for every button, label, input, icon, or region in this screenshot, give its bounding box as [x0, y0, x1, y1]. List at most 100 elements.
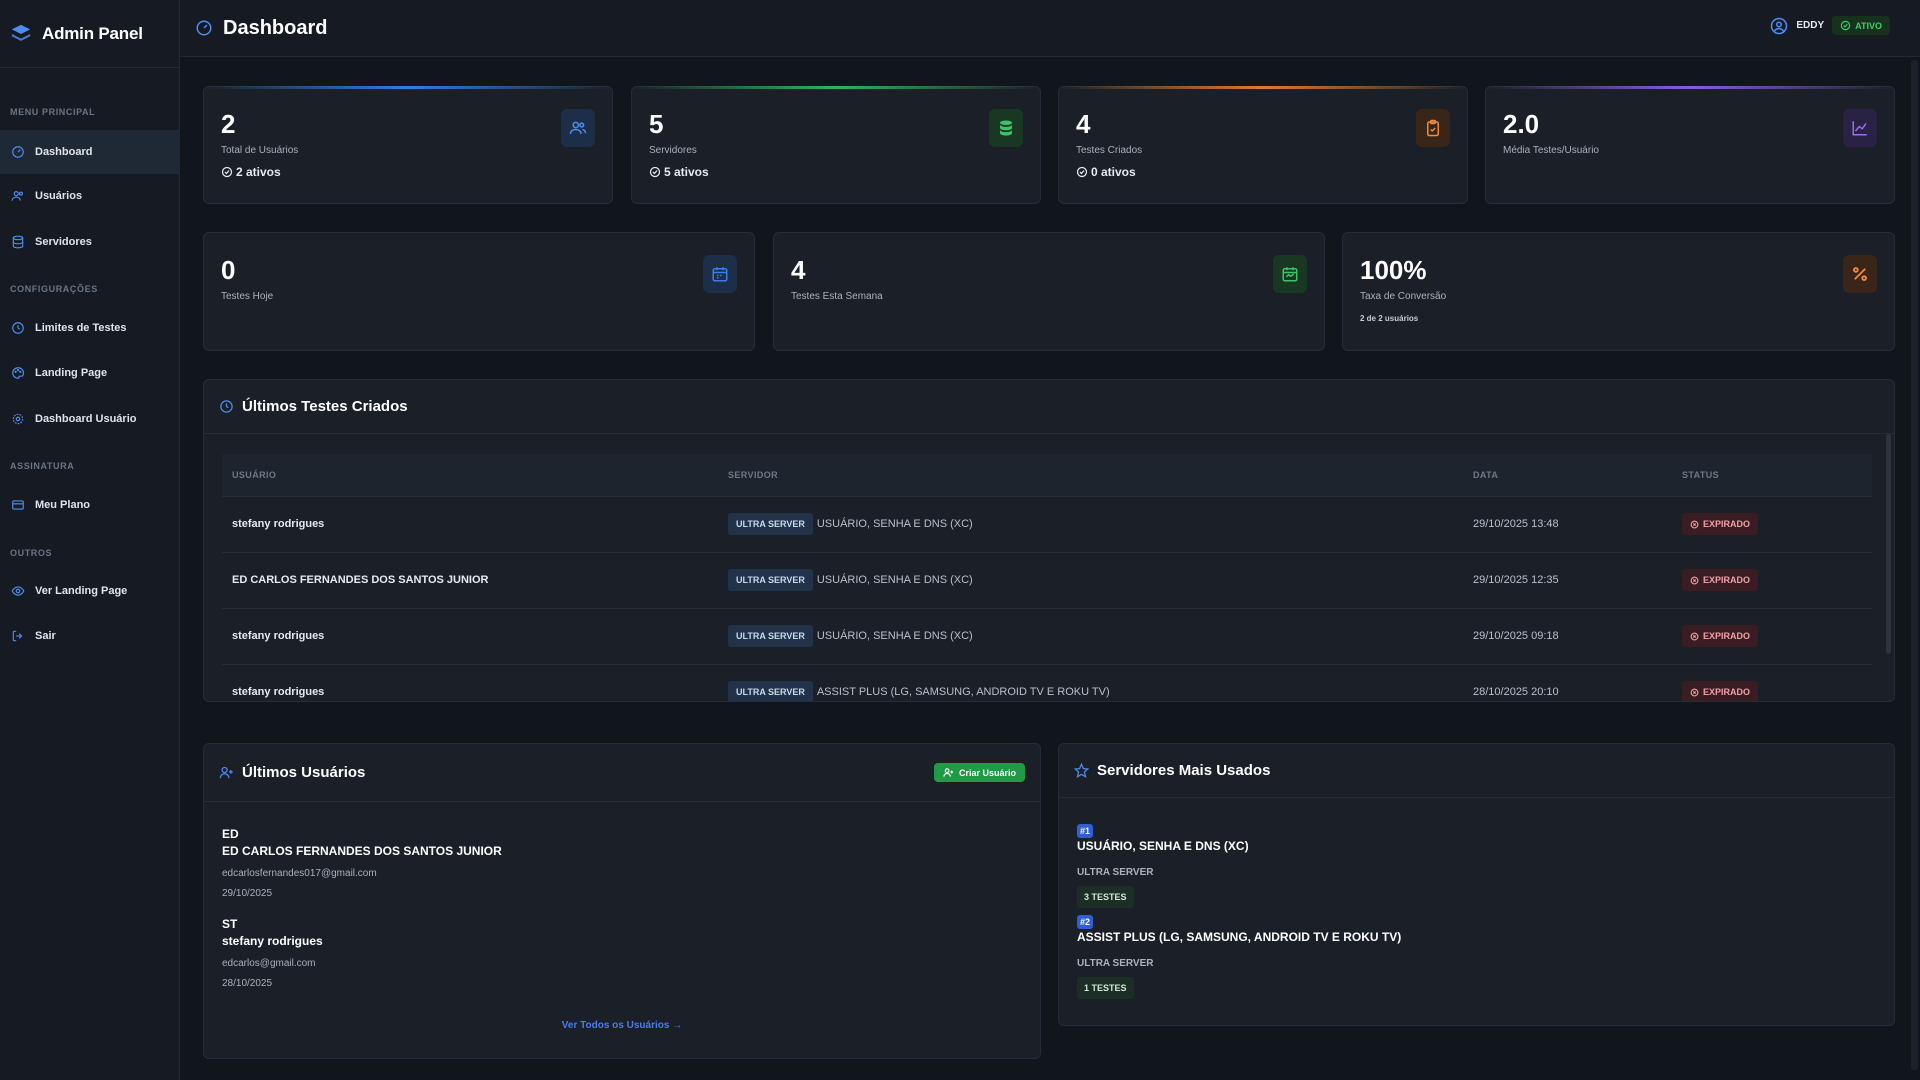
table-row[interactable]: stefany rodrigues ULTRA SERVER ASSIST PLU…: [222, 663, 1872, 701]
stat-value: 0: [221, 255, 236, 285]
stat-card-testes-hoje: 0 Testes Hoje: [203, 232, 755, 351]
brand-name: Admin Panel: [42, 23, 143, 43]
database-icon: [12, 235, 24, 249]
page-scrollbar[interactable]: [1911, 60, 1918, 1070]
user-date: 29/10/2025: [222, 888, 273, 899]
stat-card-taxa-conversao: 100% Taxa de Conversão 2 de 2 usuários: [1342, 232, 1895, 351]
stat-value: 2: [221, 109, 236, 139]
column-header-usuario[interactable]: USUÁRIO: [222, 454, 718, 496]
stat-accent: [632, 86, 1040, 89]
sidebar-item-label: Dashboard Usuário: [35, 413, 137, 425]
clock-icon: [220, 400, 233, 413]
stat-accent: [204, 86, 612, 89]
sidebar-item-usuarios[interactable]: Usuários: [0, 174, 180, 218]
server-name: ASSIST PLUS (LG, SAMSUNG, ANDROID TV E R…: [1077, 930, 1402, 944]
brand[interactable]: Admin Panel: [0, 0, 179, 68]
cell-server: ULTRA SERVER USUÁRIO, SENHA E DNS (XC): [718, 551, 1463, 608]
recent-users-panel: Últimos Usuários Criar Usuário ED ED CAR…: [203, 743, 1041, 1059]
create-user-button[interactable]: Criar Usuário: [933, 763, 1025, 782]
panel-title: Últimos Testes Criados: [242, 398, 408, 415]
cell-user: ED CARLOS FERNANDES DOS SANTOS JUNIOR: [222, 551, 718, 608]
panel-header: Últimos Testes Criados: [204, 380, 1894, 434]
sidebar-item-label: Limites de Testes: [35, 322, 127, 334]
server-tag: ULTRA SERVER: [728, 625, 813, 647]
user-initials: ED: [222, 827, 239, 841]
panel-header: Últimos Usuários Criar Usuário: [204, 744, 1040, 802]
stat-label: Testes Hoje: [221, 291, 274, 302]
sidebar-item-label: Landing Page: [35, 367, 108, 379]
status-badge-label: ATIVO: [1855, 20, 1882, 31]
cell-user: stefany rodrigues: [222, 607, 718, 664]
status-label: EXPIRADO: [1703, 519, 1751, 529]
cell-status: EXPIRADO: [1672, 495, 1872, 552]
stat-sub-text: 0 ativos: [1091, 165, 1136, 179]
column-header-servidor[interactable]: SERVIDOR: [718, 454, 1463, 496]
server-tag: ULTRA SERVER: [728, 569, 813, 591]
nav-section-menu-principal: MENU PRINCIPAL: [10, 107, 96, 117]
sidebar-item-ver-landing-page[interactable]: Ver Landing Page: [0, 569, 180, 613]
palette-icon: [12, 367, 25, 379]
table-wrapper: USUÁRIO SERVIDOR DATA STATUS stefany rod…: [204, 434, 1894, 701]
table-scrollbar[interactable]: [1886, 434, 1891, 654]
cell-date: 29/10/2025 12:35: [1463, 551, 1672, 608]
sidebar-item-meu-plano[interactable]: Meu Plano: [0, 483, 180, 527]
cell-status: EXPIRADO: [1672, 663, 1872, 701]
stat-accent: [1486, 86, 1894, 89]
sidebar-item-dashboard[interactable]: Dashboard: [0, 130, 180, 174]
cell-date: 29/10/2025 13:48: [1463, 495, 1672, 552]
status-badge: EXPIRADO: [1682, 625, 1759, 647]
user-menu[interactable]: EDDY ATIVO: [1770, 16, 1890, 35]
eye-icon: [11, 586, 25, 596]
user-entry[interactable]: ST stefany rodrigues edcarlos@gmail.com …: [222, 917, 323, 989]
cell-status: EXPIRADO: [1672, 607, 1872, 664]
sidebar-item-label: Servidores: [35, 236, 92, 248]
stat-value: 5: [649, 109, 664, 139]
stat-icon-box: [703, 255, 737, 293]
status-badge: EXPIRADO: [1682, 681, 1759, 701]
sidebar-item-limites[interactable]: Limites de Testes: [0, 306, 180, 350]
check-circle-icon: [1076, 166, 1088, 178]
table-row[interactable]: stefany rodrigues ULTRA SERVER USUÁRIO, S…: [222, 495, 1872, 552]
nav-section-configuracoes: CONFIGURAÇÕES: [10, 284, 98, 294]
stat-label: Testes Esta Semana: [791, 291, 883, 302]
stat-label: Total de Usuários: [221, 145, 299, 156]
user-initials: ST: [222, 917, 238, 931]
calendar-week-icon: [1282, 267, 1298, 282]
clipboard-icon: [1427, 119, 1439, 137]
user-name: EDDY: [1796, 20, 1825, 31]
stat-value: 4: [1076, 109, 1091, 139]
sidebar-item-label: Sair: [35, 630, 56, 642]
cell-date: 28/10/2025 20:10: [1463, 663, 1672, 701]
sidebar-item-label: Dashboard: [35, 146, 93, 158]
status-badge: EXPIRADO: [1682, 569, 1759, 591]
column-header-data[interactable]: DATA: [1463, 454, 1672, 496]
user-plus-icon: [219, 766, 233, 779]
stat-icon-box: [1843, 255, 1877, 293]
x-circle-icon: [1690, 576, 1699, 584]
sidebar-item-label: Meu Plano: [35, 499, 91, 511]
sidebar-item-sair[interactable]: Sair: [0, 614, 180, 658]
server-entry[interactable]: #2 ASSIST PLUS (LG, SAMSUNG, ANDROID TV …: [1077, 913, 1401, 999]
logout-icon: [12, 630, 23, 642]
table-row[interactable]: ED CARLOS FERNANDES DOS SANTOS JUNIOR UL…: [222, 551, 1872, 608]
sidebar-item-servidores[interactable]: Servidores: [0, 220, 180, 264]
server-entry[interactable]: #1 USUÁRIO, SENHA E DNS (XC) ULTRA SERVE…: [1077, 822, 1249, 908]
stat-sub: 5 ativos: [649, 165, 709, 179]
status-badge: ATIVO: [1832, 16, 1890, 35]
stat-icon-box: [1416, 109, 1450, 147]
table-row[interactable]: stefany rodrigues ULTRA SERVER USUÁRIO, S…: [222, 607, 1872, 664]
server-tag: ULTRA SERVER: [728, 513, 813, 535]
user-date: 28/10/2025: [222, 978, 273, 989]
column-header-status[interactable]: STATUS: [1672, 454, 1872, 496]
user-email: edcarlos@gmail.com: [222, 958, 316, 969]
nav-section-outros: OUTROS: [10, 548, 53, 558]
server-name: USUÁRIO, SENHA E DNS (XC): [1077, 839, 1249, 853]
user-entry[interactable]: ED ED CARLOS FERNANDES DOS SANTOS JUNIOR…: [222, 827, 502, 899]
stat-sub-text: 5 ativos: [664, 165, 709, 179]
cell-server: ULTRA SERVER USUÁRIO, SENHA E DNS (XC): [718, 495, 1463, 552]
rank-badge: #2: [1077, 915, 1094, 929]
sidebar-item-landing-page[interactable]: Landing Page: [0, 351, 180, 395]
status-label: EXPIRADO: [1703, 575, 1751, 585]
view-all-users-link[interactable]: Ver Todos os Usuários →: [204, 1020, 1040, 1031]
sidebar-item-dashboard-usuario[interactable]: Dashboard Usuário: [0, 397, 180, 441]
